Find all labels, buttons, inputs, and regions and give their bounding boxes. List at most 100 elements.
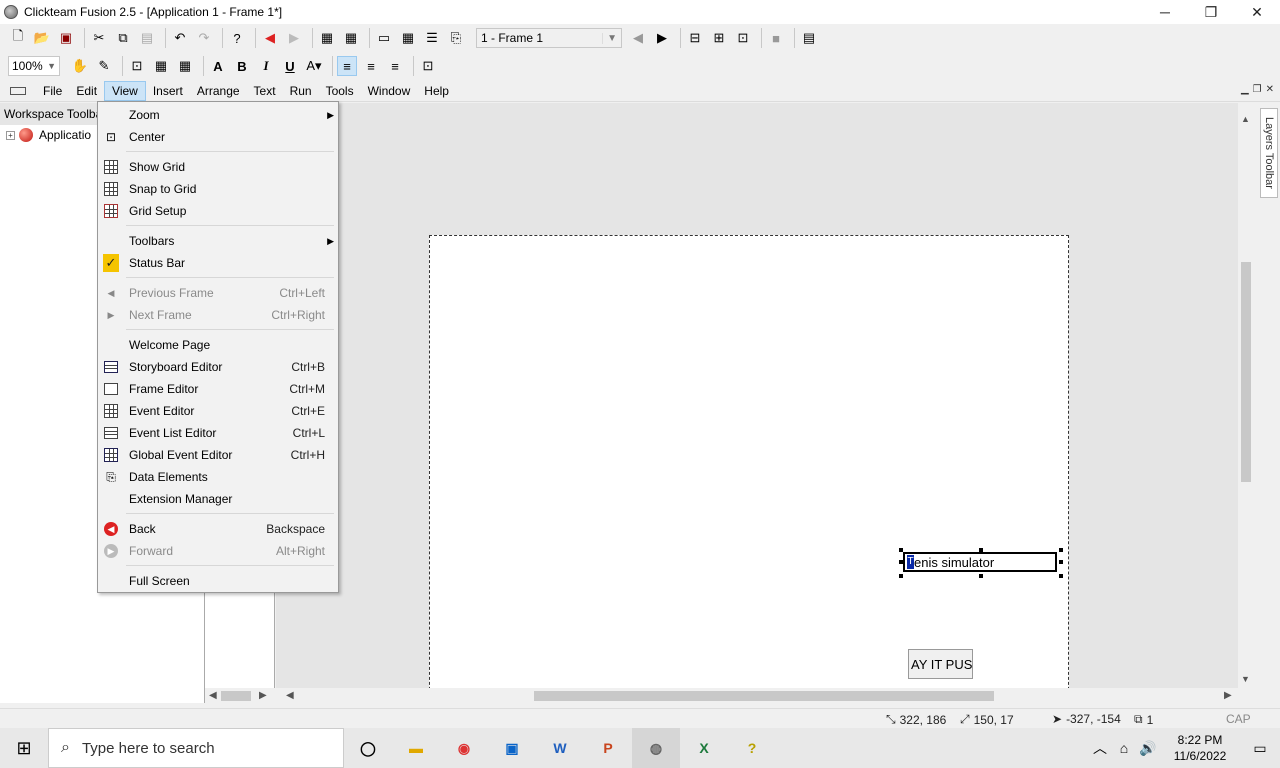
- minimize-button[interactable]: ─: [1142, 0, 1188, 24]
- mdi-minimize-button[interactable]: ▁: [1241, 84, 1249, 95]
- menu-tools[interactable]: Tools: [319, 82, 361, 100]
- back-nav-icon[interactable]: ◀: [260, 28, 280, 48]
- object-icon[interactable]: ⊡: [733, 28, 753, 48]
- taskbar-clock[interactable]: 8:22 PM 11/6/2022: [1160, 732, 1240, 764]
- menu-item-data-elements[interactable]: ⎘ Data Elements: [98, 466, 338, 488]
- mdi-close-button[interactable]: ✕: [1266, 84, 1274, 95]
- workspace-scrollbar[interactable]: ◀ ▶: [205, 688, 275, 704]
- stop-icon[interactable]: ■: [766, 28, 786, 48]
- menu-item-status-bar[interactable]: ✓ Status Bar: [98, 252, 338, 274]
- undo-icon[interactable]: ↶: [170, 28, 190, 48]
- bold-icon[interactable]: B: [232, 56, 252, 76]
- menu-item-zoom[interactable]: Zoom ▶: [98, 104, 338, 126]
- selection-handle[interactable]: [1059, 574, 1063, 578]
- chrome-icon[interactable]: ◉: [440, 728, 488, 768]
- horizontal-scrollbar[interactable]: ◀ ▶: [276, 688, 1238, 704]
- expand-icon[interactable]: +: [6, 130, 15, 140]
- selection-handle[interactable]: [899, 574, 903, 578]
- selection-handle[interactable]: [899, 560, 903, 564]
- layers-toolbar-tab[interactable]: Layers Toolbar: [1260, 108, 1278, 198]
- font-icon[interactable]: A: [208, 56, 228, 76]
- frame-editor-icon[interactable]: ▭: [374, 28, 394, 48]
- data-elements-icon[interactable]: ⎘: [446, 28, 466, 48]
- scroll-thumb[interactable]: [534, 691, 994, 701]
- menu-item-storyboard-editor[interactable]: Storyboard Editor Ctrl+B: [98, 356, 338, 378]
- frame-properties-icon[interactable]: ⊟: [685, 28, 705, 48]
- event-grid-icon[interactable]: ▦: [341, 28, 361, 48]
- menu-item-grid-setup[interactable]: Grid Setup: [98, 200, 338, 222]
- menu-item-back[interactable]: ◀ Back Backspace: [98, 518, 338, 540]
- menu-view[interactable]: View: [104, 80, 146, 101]
- menu-edit[interactable]: Edit: [69, 82, 104, 100]
- selection-handle[interactable]: [899, 548, 903, 552]
- new-file-icon[interactable]: 🗋: [8, 28, 28, 48]
- align-center-icon[interactable]: ≡: [361, 56, 381, 76]
- menu-window[interactable]: Window: [361, 82, 418, 100]
- align-left-icon[interactable]: ≡: [337, 56, 357, 76]
- menu-item-forward[interactable]: ▶ Forward Alt+Right: [98, 540, 338, 562]
- menu-item-global-event-editor[interactable]: Global Event Editor Ctrl+H: [98, 444, 338, 466]
- menu-text[interactable]: Text: [247, 82, 283, 100]
- scroll-up-icon[interactable]: ▲: [1241, 114, 1250, 124]
- menu-item-full-screen[interactable]: Full Screen: [98, 570, 338, 592]
- italic-icon[interactable]: I: [256, 56, 276, 76]
- mdi-restore-button[interactable]: ❐: [1253, 84, 1262, 95]
- menu-item-event-editor[interactable]: Event Editor Ctrl+E: [98, 400, 338, 422]
- menu-item-extension-manager[interactable]: Extension Manager: [98, 488, 338, 510]
- notification-icon[interactable]: ▭: [1240, 728, 1280, 768]
- scroll-thumb[interactable]: [221, 691, 251, 701]
- menu-item-event-list-editor[interactable]: Event List Editor Ctrl+L: [98, 422, 338, 444]
- text-object[interactable]: Tenis simulator: [903, 552, 1057, 572]
- excel-icon[interactable]: X: [680, 728, 728, 768]
- menu-run[interactable]: Run: [283, 82, 319, 100]
- menu-item-toolbars[interactable]: Toolbars ▶: [98, 230, 338, 252]
- menu-arrange[interactable]: Arrange: [190, 82, 247, 100]
- fit-object-icon[interactable]: ⊡: [418, 56, 438, 76]
- forward-nav-icon[interactable]: ▶: [284, 28, 304, 48]
- save-icon[interactable]: ▣: [56, 28, 76, 48]
- event-editor-icon[interactable]: ▦: [398, 28, 418, 48]
- zoom-select[interactable]: 100% ▼: [8, 56, 60, 76]
- menu-file[interactable]: File: [36, 82, 69, 100]
- network-icon[interactable]: ⌂: [1112, 728, 1136, 768]
- hand-tool-icon[interactable]: ✋: [70, 56, 90, 76]
- storyboard-icon[interactable]: ▦: [317, 28, 337, 48]
- powerpoint-icon[interactable]: P: [584, 728, 632, 768]
- show-grid-icon[interactable]: ▦: [151, 56, 171, 76]
- paste-icon[interactable]: ▤: [137, 28, 157, 48]
- grid-setup-icon[interactable]: ⊡: [127, 56, 147, 76]
- menu-item-frame-editor[interactable]: Frame Editor Ctrl+M: [98, 378, 338, 400]
- menu-item-welcome-page[interactable]: Welcome Page: [98, 334, 338, 356]
- clickteam-fusion-icon[interactable]: ◍: [632, 728, 680, 768]
- redo-icon[interactable]: ↷: [194, 28, 214, 48]
- copy-icon[interactable]: ⧉: [113, 28, 133, 48]
- cut-icon[interactable]: ✂: [89, 28, 109, 48]
- underline-icon[interactable]: U: [280, 56, 300, 76]
- volume-icon[interactable]: 🔊: [1136, 728, 1160, 768]
- selection-handle[interactable]: [979, 548, 983, 552]
- selection-handle[interactable]: [979, 574, 983, 578]
- frame-editor[interactable]: Tenis simulator AY IT PUS: [276, 103, 1238, 688]
- frame-select[interactable]: 1 - Frame 1 ▼: [476, 28, 622, 48]
- start-button[interactable]: ⊞: [0, 728, 48, 768]
- menu-item-next-frame[interactable]: ▶ Next Frame Ctrl+Right: [98, 304, 338, 326]
- previous-frame-icon[interactable]: ◀: [628, 28, 648, 48]
- scroll-right-icon[interactable]: ▶: [1224, 690, 1232, 701]
- open-folder-icon[interactable]: 📂: [32, 28, 52, 48]
- selection-handle[interactable]: [1059, 548, 1063, 552]
- menu-item-snap-to-grid[interactable]: Snap to Grid: [98, 178, 338, 200]
- snap-grid-icon[interactable]: ▦: [175, 56, 195, 76]
- menu-item-center[interactable]: ⊡ Center: [98, 126, 338, 148]
- button-object[interactable]: AY IT PUS: [908, 649, 973, 679]
- taskbar-search[interactable]: ⌕ Type here to search: [48, 728, 344, 768]
- menu-help[interactable]: Help: [417, 82, 456, 100]
- frame-canvas[interactable]: Tenis simulator AY IT PUS: [429, 235, 1069, 688]
- menu-item-show-grid[interactable]: Show Grid: [98, 156, 338, 178]
- vertical-scrollbar[interactable]: ▲ ▼: [1238, 112, 1254, 688]
- next-frame-icon[interactable]: ▶: [652, 28, 672, 48]
- run-application-icon[interactable]: ▤: [799, 28, 819, 48]
- scroll-thumb[interactable]: [1241, 262, 1251, 482]
- tray-chevron-icon[interactable]: ︿: [1088, 728, 1112, 768]
- layers-icon[interactable]: ⊞: [709, 28, 729, 48]
- selection-handle[interactable]: [1059, 560, 1063, 564]
